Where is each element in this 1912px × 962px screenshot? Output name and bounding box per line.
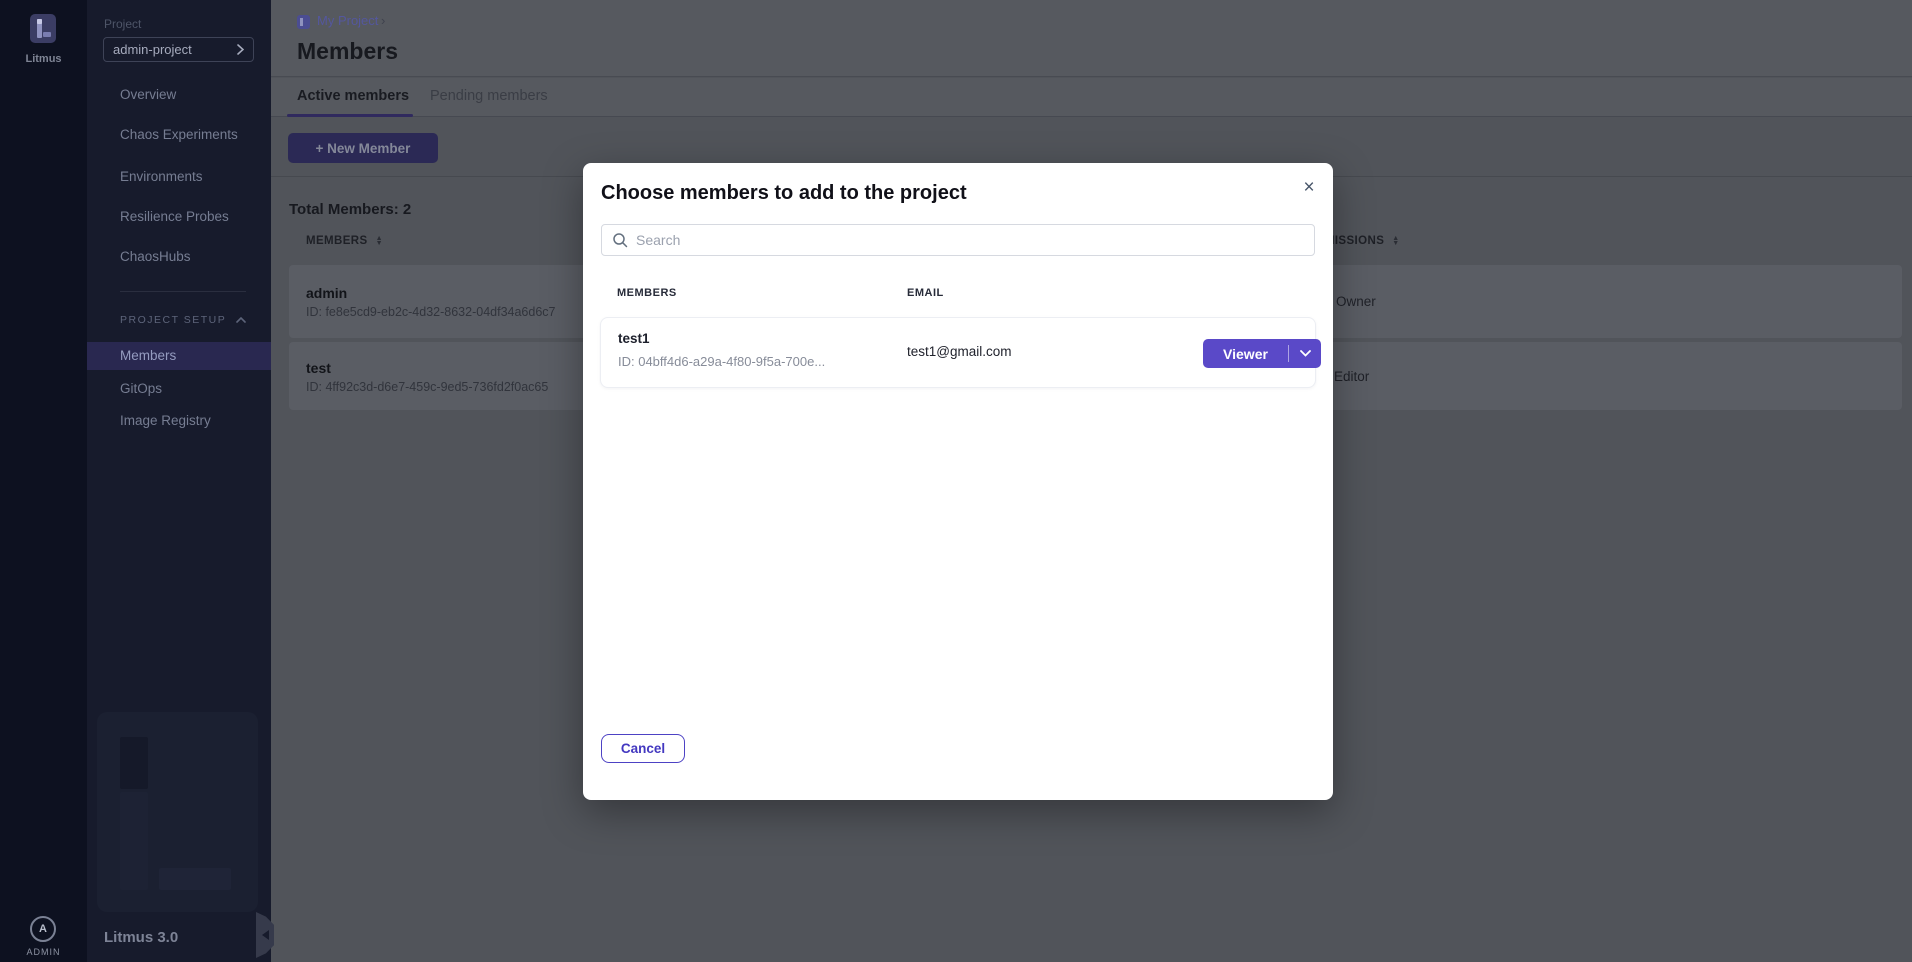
- member-id: ID: 4ff92c3d-d6e7-459c-9ed5-736fd2f0ac65: [306, 380, 548, 394]
- project-setup-label: PROJECT SETUP: [120, 314, 226, 326]
- modal-title: Choose members to add to the project: [601, 182, 967, 205]
- sidebar-divider: [120, 291, 246, 292]
- modal-column-members: MEMBERS: [617, 287, 677, 299]
- sidebar-item-members[interactable]: Members: [87, 342, 271, 370]
- add-members-modal: Choose members to add to the project × M…: [583, 163, 1333, 800]
- member-permission: Owner: [1336, 294, 1376, 309]
- candidate-member-row: test1 ID: 04bff4d6-a29a-4f80-9f5a-700e..…: [600, 317, 1316, 388]
- member-id: ID: fe8e5cd9-eb2c-4d32-8632-04df34a6d6c7: [306, 305, 556, 319]
- cancel-button[interactable]: Cancel: [601, 734, 685, 763]
- column-header-members: MEMBERS ▲▼: [306, 235, 383, 247]
- breadcrumb-chevron-icon: ›: [381, 13, 385, 28]
- sidebar: Project admin-project Overview Chaos Exp…: [87, 0, 271, 962]
- close-icon[interactable]: ×: [1296, 175, 1322, 201]
- tab-pending-members[interactable]: Pending members: [430, 88, 548, 104]
- project-setup-section[interactable]: PROJECT SETUP: [120, 314, 246, 326]
- chevron-up-icon: [236, 317, 246, 323]
- project-selector-value: admin-project: [113, 42, 192, 57]
- sidebar-item-chaoshubs[interactable]: ChaosHubs: [87, 243, 271, 271]
- search-icon: [612, 232, 628, 248]
- modal-column-email: EMAIL: [907, 287, 944, 299]
- page-title: Members: [297, 38, 398, 65]
- user-avatar-label: ADMIN: [0, 947, 87, 957]
- breadcrumb[interactable]: My Project: [317, 13, 378, 28]
- chevron-right-icon: [237, 44, 244, 55]
- tab-bar: Active members Pending members: [271, 78, 1912, 117]
- candidate-name: test1: [618, 331, 650, 346]
- user-avatar[interactable]: A: [30, 916, 56, 942]
- candidate-id: ID: 04bff4d6-a29a-4f80-9f5a-700e...: [618, 354, 825, 369]
- project-selector[interactable]: admin-project: [103, 37, 254, 62]
- sidebar-item-gitops[interactable]: GitOps: [87, 375, 271, 403]
- search-input[interactable]: [636, 232, 1304, 248]
- sidebar-item-overview[interactable]: Overview: [87, 81, 271, 109]
- sort-icon[interactable]: ▲▼: [1392, 236, 1399, 246]
- logo-dot-shape: [37, 19, 42, 24]
- breadcrumb-project-icon: [297, 15, 310, 29]
- member-name: test: [306, 360, 331, 376]
- search-box: [601, 224, 1315, 256]
- project-label: Project: [104, 17, 141, 31]
- member-name: admin: [306, 285, 347, 301]
- candidate-email: test1@gmail.com: [907, 344, 1012, 359]
- sidebar-item-chaos-experiments[interactable]: Chaos Experiments: [87, 121, 271, 149]
- tab-active-members[interactable]: Active members: [297, 88, 409, 104]
- active-tab-underline: [287, 114, 413, 117]
- new-member-button[interactable]: + New Member: [288, 133, 438, 163]
- role-label: Viewer: [1203, 346, 1288, 362]
- chevron-down-icon[interactable]: [1289, 350, 1321, 357]
- sidebar-item-resilience-probes[interactable]: Resilience Probes: [87, 203, 271, 231]
- sort-icon[interactable]: ▲▼: [376, 236, 383, 246]
- litmus-watermark-logo: [97, 712, 258, 912]
- member-permission: Editor: [1334, 369, 1369, 384]
- version-label: Litmus 3.0: [104, 929, 178, 946]
- sidebar-item-environments[interactable]: Environments: [87, 163, 271, 191]
- total-members-label: Total Members: 2: [289, 201, 411, 218]
- role-select-button[interactable]: Viewer: [1203, 339, 1321, 368]
- litmus-logo-label: Litmus: [0, 53, 87, 65]
- sidebar-item-image-registry[interactable]: Image Registry: [87, 407, 271, 435]
- page-header: My Project › Members: [271, 0, 1912, 77]
- litmus-logo-icon[interactable]: [30, 14, 56, 43]
- logo-foot-shape: [43, 32, 51, 37]
- icon-rail: Litmus A ADMIN: [0, 0, 87, 962]
